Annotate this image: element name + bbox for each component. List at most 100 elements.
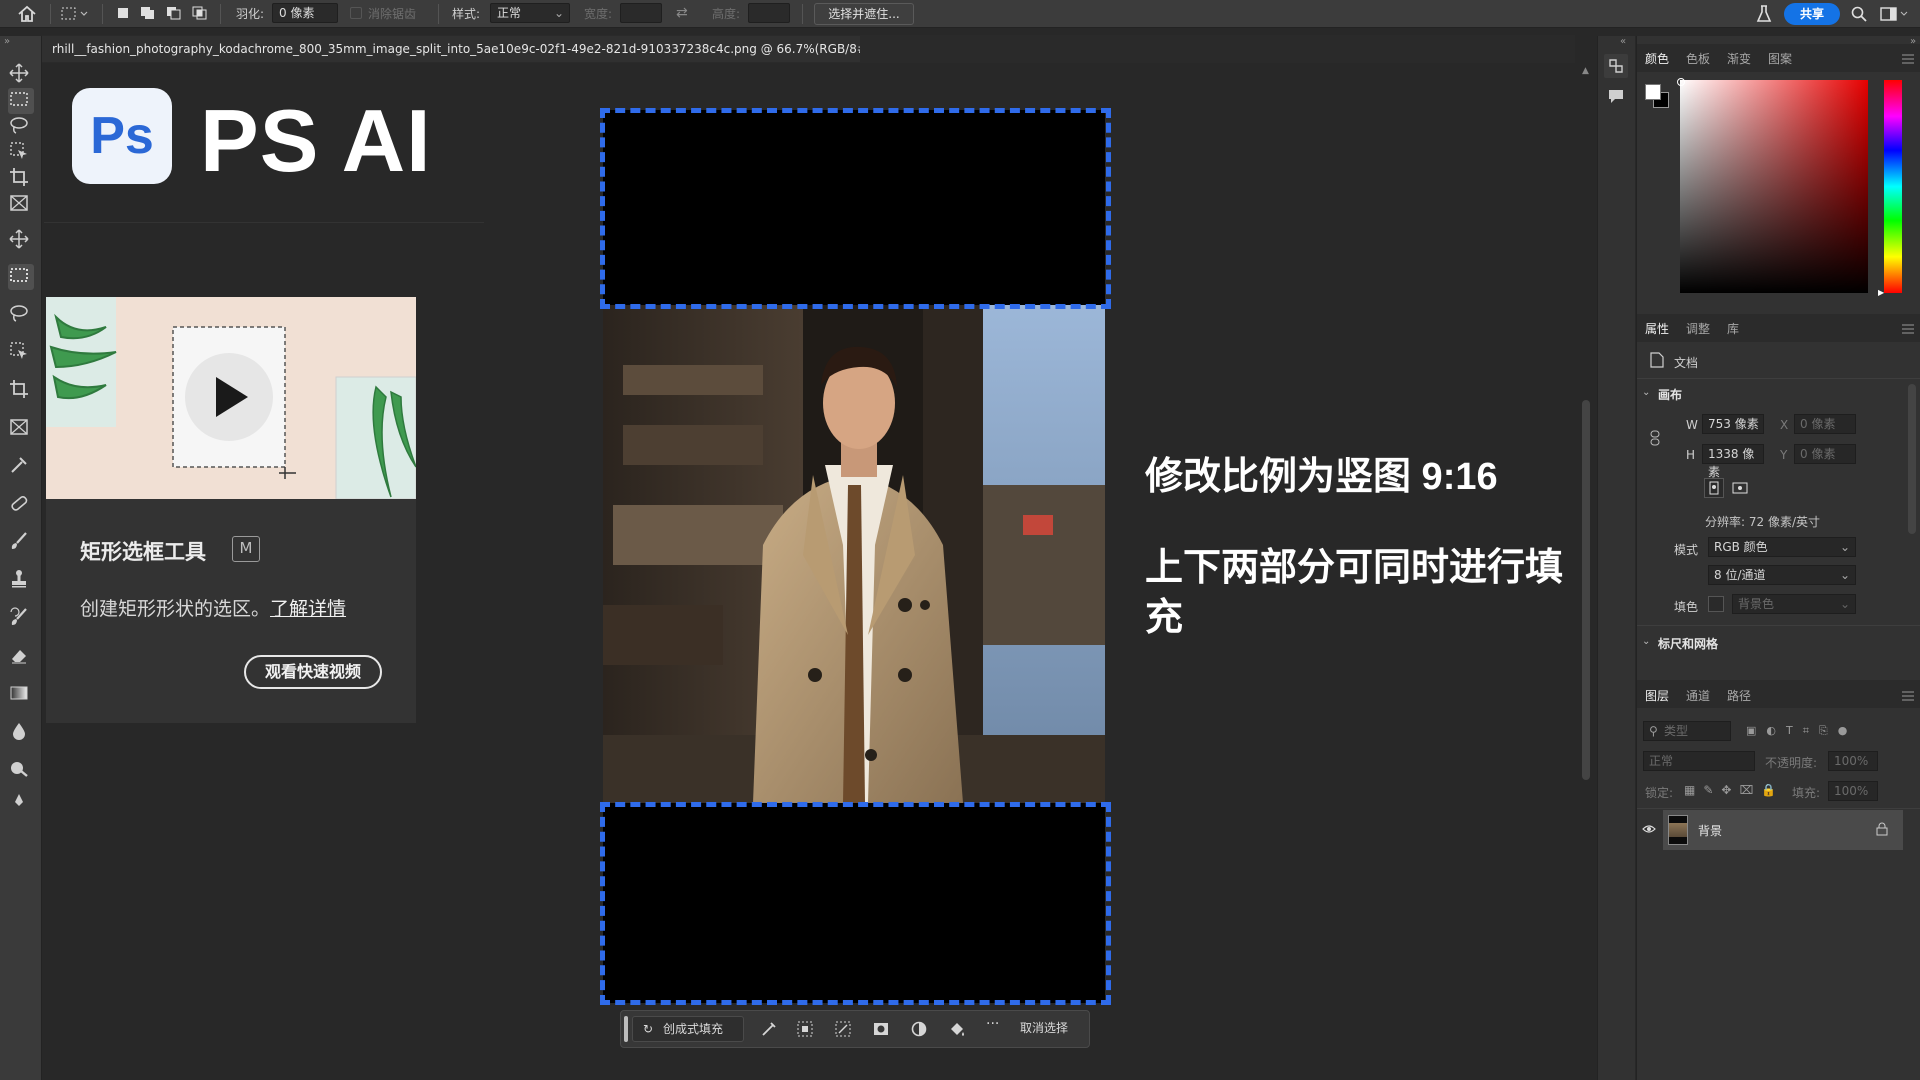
scroll-up-icon[interactable]: ▲: [1582, 66, 1589, 76]
blend-mode-select[interactable]: 正常: [1643, 751, 1755, 771]
history-brush-icon[interactable]: [8, 606, 34, 632]
marquee-preset-icon[interactable]: [60, 5, 90, 23]
collapse-panels-icon[interactable]: «: [1620, 36, 1626, 47]
selection-marquee-bottom[interactable]: [600, 802, 1111, 1005]
height-input[interactable]: [748, 3, 790, 23]
clone-stamp-icon[interactable]: [8, 568, 34, 594]
canvas-y-input[interactable]: 0 像素: [1794, 444, 1856, 464]
healing-brush-icon[interactable]: [8, 492, 34, 518]
object-select-tool-icon[interactable]: [8, 140, 34, 166]
create-mask-icon[interactable]: [872, 1020, 890, 1038]
portrait-orientation-icon[interactable]: [1704, 478, 1724, 498]
toolbar-collapse-icon[interactable]: »: [4, 36, 10, 47]
tab-properties[interactable]: 属性: [1645, 320, 1669, 337]
fill-select[interactable]: 背景色 ⌄: [1732, 594, 1856, 614]
tab-color[interactable]: 颜色: [1645, 50, 1669, 67]
watch-video-button[interactable]: 观看快速视频: [244, 655, 382, 689]
blur-tool-icon[interactable]: [8, 720, 34, 746]
properties-scrollbar[interactable]: [1908, 384, 1916, 534]
rect-marquee-tool-active-icon[interactable]: [8, 264, 34, 290]
opacity-input[interactable]: 100%: [1828, 751, 1878, 771]
new-selection-icon[interactable]: [116, 6, 130, 20]
intersect-selection-icon[interactable]: [192, 6, 207, 20]
add-selection-icon[interactable]: [140, 6, 154, 20]
workspace-icon[interactable]: [1880, 5, 1910, 23]
color-mode-select[interactable]: RGB 颜色 ⌄: [1708, 537, 1856, 557]
crop-tool-icon[interactable]: [8, 166, 34, 192]
move-tool-icon-2[interactable]: [8, 228, 34, 254]
invert-selection-icon[interactable]: [834, 1020, 852, 1038]
panel-menu-icon[interactable]: [1902, 690, 1914, 701]
document-tab[interactable]: rhill__fashion_photography_kodachrome_80…: [42, 36, 860, 62]
feather-input[interactable]: 0 像素: [272, 3, 338, 23]
dodge-tool-icon[interactable]: [8, 758, 34, 784]
home-icon[interactable]: [16, 4, 38, 24]
chevron-down-icon[interactable]: ⌄: [1642, 636, 1650, 647]
generative-fill-button[interactable]: ↻ 创成式填充: [632, 1016, 744, 1042]
antialias-checkbox[interactable]: [350, 7, 362, 19]
layer-filter-select[interactable]: ⚲ 类型: [1643, 721, 1731, 741]
width-input[interactable]: [620, 3, 662, 23]
chevron-down-icon[interactable]: ⌄: [1642, 387, 1650, 398]
selection-marquee-top[interactable]: [600, 108, 1111, 309]
deselect-button[interactable]: 取消选择: [1020, 1019, 1068, 1036]
tab-libraries[interactable]: 库: [1727, 320, 1739, 337]
learn-more-link[interactable]: 了解详情: [270, 598, 346, 620]
canvas-height-input[interactable]: 1338 像素: [1702, 444, 1764, 479]
fill-opacity-input[interactable]: 100%: [1828, 781, 1878, 801]
gradient-icon[interactable]: [8, 682, 34, 708]
more-options-icon[interactable]: ···: [986, 1016, 999, 1032]
adjustment-icon[interactable]: [910, 1020, 928, 1038]
search-icon[interactable]: [1850, 5, 1868, 23]
object-select-tool-icon-2[interactable]: [8, 340, 34, 366]
tab-swatches[interactable]: 色板: [1686, 50, 1710, 67]
lasso-tool-icon[interactable]: [8, 114, 34, 140]
style-select[interactable]: 正常 ⌄: [490, 3, 570, 23]
eye-icon[interactable]: [1642, 822, 1656, 836]
eyedropper-icon[interactable]: [8, 454, 34, 480]
select-and-mask-button[interactable]: 选择并遮住...: [814, 3, 914, 25]
lock-option-icons[interactable]: ▦✎✥⌧🔒: [1684, 783, 1784, 797]
fill-swatch[interactable]: [1708, 596, 1724, 612]
foreground-background-swatch[interactable]: [1645, 84, 1671, 110]
layer-filter-icons[interactable]: ▣◐T⌗⎘●: [1746, 724, 1906, 738]
tab-adjustments[interactable]: 调整: [1686, 320, 1710, 337]
flask-icon[interactable]: [1756, 4, 1772, 24]
frame-tool-icon-2[interactable]: [8, 416, 34, 442]
canvas-x-input[interactable]: 0 像素: [1794, 414, 1856, 434]
link-dimensions-icon[interactable]: [1650, 430, 1660, 446]
brush-tool-icon[interactable]: [8, 530, 34, 556]
pen-tool-icon[interactable]: [8, 790, 34, 816]
tab-paths[interactable]: 路径: [1727, 687, 1751, 704]
tab-channels[interactable]: 通道: [1686, 687, 1710, 704]
crop-tool-icon-2[interactable]: [8, 378, 34, 404]
bit-depth-select[interactable]: 8 位/通道 ⌄: [1708, 565, 1856, 585]
frame-tool-icon[interactable]: [8, 192, 34, 218]
share-button[interactable]: 共享: [1784, 3, 1840, 25]
canvas-width-input[interactable]: 753 像素: [1702, 414, 1764, 434]
layer-name[interactable]: 背景: [1698, 822, 1722, 839]
landscape-orientation-icon[interactable]: [1730, 478, 1750, 498]
fill-selection-icon[interactable]: [948, 1020, 966, 1038]
panel-menu-icon[interactable]: [1902, 53, 1914, 64]
lasso-tool-icon-2[interactable]: [8, 302, 34, 328]
color-picker-cursor[interactable]: [1677, 78, 1685, 86]
tool-video-thumbnail[interactable]: [46, 297, 416, 499]
comments-panel-icon[interactable]: [1604, 84, 1628, 108]
move-tool-icon[interactable]: [8, 62, 34, 88]
history-panel-icon[interactable]: [1604, 54, 1628, 78]
tab-layers[interactable]: 图层: [1645, 687, 1669, 704]
panel-menu-icon[interactable]: [1902, 323, 1914, 334]
modify-selection-icon[interactable]: [760, 1020, 778, 1038]
tab-gradients[interactable]: 渐变: [1727, 50, 1751, 67]
rect-marquee-tool-icon[interactable]: [8, 88, 34, 114]
canvas-scrollbar-thumb[interactable]: [1582, 400, 1590, 780]
subtract-selection-icon[interactable]: [166, 6, 181, 20]
hue-slider-handle[interactable]: ▶: [1878, 288, 1884, 297]
swap-icon[interactable]: ⇄: [676, 5, 692, 21]
eraser-icon[interactable]: [8, 644, 34, 670]
hue-slider[interactable]: [1884, 80, 1902, 293]
task-bar-handle[interactable]: [624, 1016, 628, 1042]
tab-patterns[interactable]: 图案: [1768, 50, 1792, 67]
color-field[interactable]: [1680, 80, 1868, 293]
